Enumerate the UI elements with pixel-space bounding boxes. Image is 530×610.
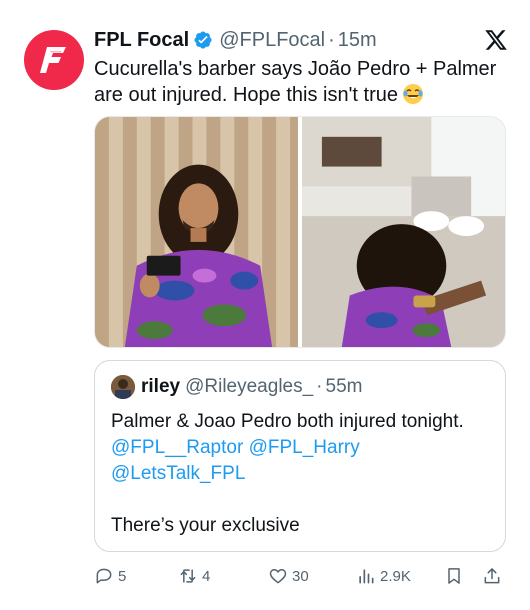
share-button[interactable]: [482, 566, 506, 586]
quoted-text-gap: [111, 487, 495, 513]
mention-link[interactable]: @FPL__Raptor: [111, 437, 243, 458]
laughing-tears-emoji-icon: [402, 83, 424, 105]
tweet-media: [94, 116, 506, 348]
mention-link[interactable]: @FPL_Harry: [249, 437, 360, 458]
quoted-text-line: There’s your exclusive: [111, 515, 300, 536]
tweet-actions-bar: 5 4 30 2.9K: [94, 562, 506, 590]
quoted-tweet-time[interactable]: 55m: [326, 376, 363, 398]
verified-badge-icon: [193, 30, 213, 50]
author-name[interactable]: FPL Focal: [94, 29, 189, 52]
quoted-tweet[interactable]: riley @Rileyeagles_ · 55m Palmer & Joao …: [94, 360, 506, 552]
quoted-mentions-line: @LetsTalk_FPL: [111, 461, 495, 487]
quoted-author-handle[interactable]: @Rileyeagles_: [185, 376, 313, 398]
views-chart-icon: [359, 569, 374, 584]
quoted-text-line: Palmer & Joao Pedro both injured tonight…: [111, 411, 464, 432]
tweet-header: FPL Focal @FPLFocal · 15m: [94, 26, 508, 54]
mention-link[interactable]: @LetsTalk_FPL: [111, 463, 245, 484]
repost-icon: [180, 569, 196, 583]
quoted-author-avatar[interactable]: [111, 375, 135, 399]
quoted-tweet-body: Palmer & Joao Pedro both injured tonight…: [111, 409, 495, 539]
media-photo-haircut-room[interactable]: [302, 117, 505, 347]
reply-icon: [96, 568, 112, 584]
repost-button[interactable]: 4: [178, 566, 210, 586]
header-separator: ·: [328, 28, 335, 51]
heart-icon: [269, 569, 287, 584]
tweet-text-body: Cucurella's barber says João Pedro + Pal…: [94, 58, 497, 106]
quoted-author-name[interactable]: riley: [141, 376, 180, 398]
author-handle[interactable]: @FPLFocal: [219, 29, 325, 52]
media-photo-barber-chair[interactable]: [95, 117, 298, 347]
tweet-time[interactable]: 15m: [338, 29, 377, 52]
quoted-tweet-header: riley @Rileyeagles_ · 55m: [111, 375, 362, 399]
like-button[interactable]: 30: [268, 566, 309, 586]
views-button[interactable]: 2.9K: [356, 566, 411, 586]
reply-button[interactable]: 5: [94, 566, 126, 586]
bookmark-icon: [448, 568, 460, 584]
tweet-text: Cucurella's barber says João Pedro + Pal…: [94, 56, 514, 108]
repost-count: 4: [202, 567, 211, 585]
quoted-mentions-line: @FPL__Raptor @FPL_Harry: [111, 435, 495, 461]
bookmark-button[interactable]: [444, 566, 468, 586]
author-avatar[interactable]: [24, 30, 84, 90]
reply-count: 5: [118, 567, 127, 585]
quoted-header-separator: ·: [316, 376, 323, 397]
views-count: 2.9K: [380, 567, 411, 585]
like-count: 30: [292, 567, 309, 585]
share-icon: [484, 568, 500, 584]
x-logo-icon[interactable]: [484, 28, 508, 52]
fpl-focal-logo-icon: [40, 47, 66, 73]
